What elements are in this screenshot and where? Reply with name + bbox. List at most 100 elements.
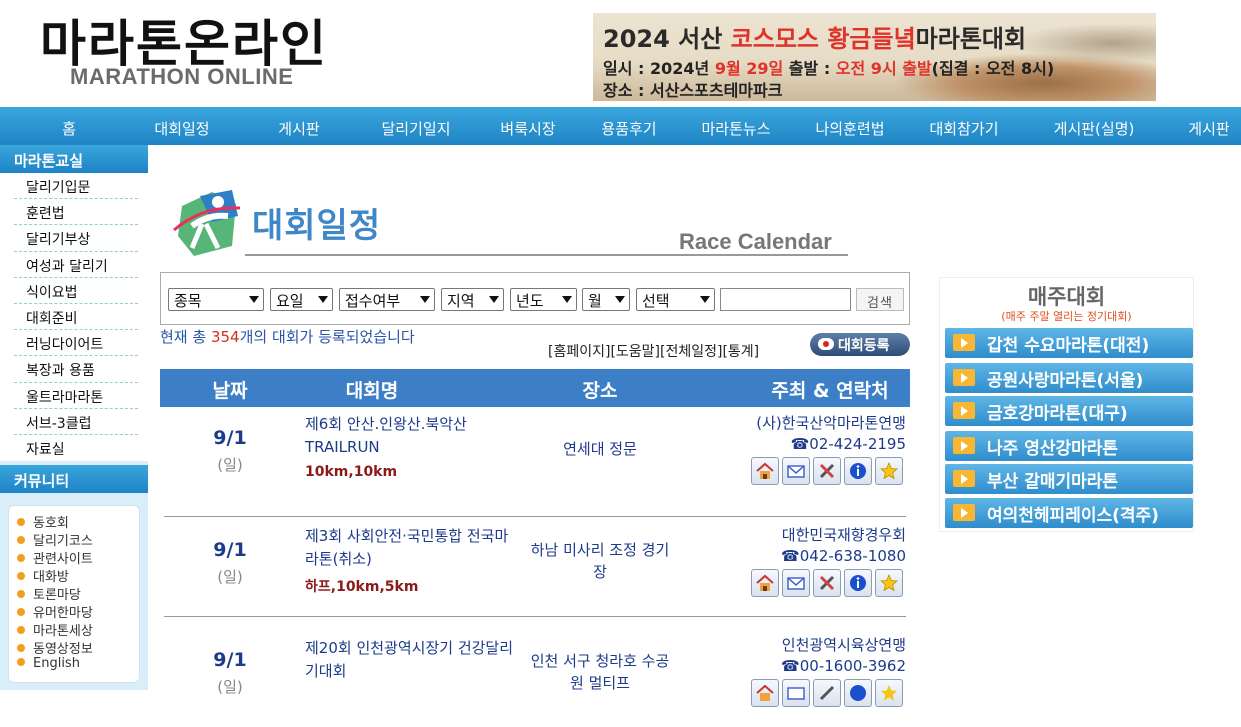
nav-item-board-2[interactable]: 게시판 bbox=[1188, 118, 1229, 139]
banner-title-rest: 마라톤대회 bbox=[915, 25, 1027, 53]
register-race-button[interactable]: 대회등록 bbox=[810, 333, 910, 356]
day-select[interactable]: 요일 bbox=[270, 288, 333, 311]
sidebar-item-intro[interactable]: 달리기입문 bbox=[14, 173, 138, 200]
bullet-icon bbox=[17, 554, 25, 562]
race-place: 하남 미사리 조정 경기장 bbox=[530, 541, 670, 581]
info-icon[interactable] bbox=[844, 679, 872, 707]
sidebar-item-injury[interactable]: 달리기부상 bbox=[14, 225, 138, 252]
table-row: 9/1 (일) 제3회 사회안전·국민통합 전국마라톤(취소) 하프,10km,… bbox=[160, 507, 910, 617]
star-icon[interactable] bbox=[875, 679, 903, 707]
sidebar-item-ultra[interactable]: 울트라마라톤 bbox=[14, 383, 138, 409]
sidebar-item-women[interactable]: 여성과 달리기 bbox=[14, 252, 138, 278]
nav-item-race-story[interactable]: 대회참가기 bbox=[929, 118, 998, 139]
home-icon[interactable] bbox=[751, 457, 779, 485]
race-phone: ☎00-1600-3962 bbox=[781, 657, 906, 675]
sidebar-item-archive[interactable]: 자료실 bbox=[14, 435, 138, 461]
sidebar-item-running-diet[interactable]: 러닝다이어트 bbox=[14, 330, 138, 357]
community-item[interactable]: 관련사이트 bbox=[17, 548, 139, 567]
weekly-races-title: 매주대회 bbox=[1027, 285, 1106, 309]
community-item[interactable]: 대화방 bbox=[17, 566, 139, 585]
community-item-label: 달리기코스 bbox=[33, 534, 93, 549]
info-icon[interactable] bbox=[844, 457, 872, 485]
sidebar-menu: 달리기입문 훈련법 달리기부상 여성과 달리기 식이요법 대회준비 러닝다이어트… bbox=[0, 173, 148, 462]
race-phone: ☎042-638-1080 bbox=[781, 547, 906, 565]
nav-item-reviews[interactable]: 용품후기 bbox=[601, 118, 656, 139]
page-title: 대회일정 bbox=[252, 206, 382, 246]
sidebar-item-gear[interactable]: 복장과 용품 bbox=[14, 356, 138, 383]
race-name[interactable]: 제3회 사회안전·국민통합 전국마라톤(취소) bbox=[305, 525, 520, 571]
weekly-race-item[interactable]: 부산 갈매기마라톤 bbox=[945, 464, 1193, 494]
nav-item-calendar[interactable]: 대회일정 bbox=[154, 118, 209, 139]
community-item-label: 유머한마당 bbox=[33, 606, 93, 621]
sidebar-item-race-prep[interactable]: 대회준비 bbox=[14, 304, 138, 331]
race-weekday: (일) bbox=[217, 456, 243, 474]
sidebar-item-sub3[interactable]: 서브-3클럽 bbox=[14, 409, 138, 435]
info-icon[interactable] bbox=[844, 569, 872, 597]
year-select[interactable]: 년도 bbox=[510, 288, 577, 311]
race-name[interactable]: 제6회 안산.인왕산.북악산 TRAILRUN bbox=[305, 413, 520, 459]
mail-icon[interactable] bbox=[782, 679, 810, 707]
row-actions bbox=[751, 679, 903, 707]
community-item[interactable]: 유머한마당 bbox=[17, 602, 139, 621]
reg-status-select-value: 접수여부 bbox=[345, 292, 401, 310]
search-button[interactable]: 검색 bbox=[856, 288, 904, 311]
community-item[interactable]: 동영상정보 bbox=[17, 638, 139, 657]
race-date: 9/1 bbox=[213, 649, 247, 671]
race-count-prefix: 현재 총 bbox=[160, 328, 211, 346]
bullet-icon bbox=[17, 644, 25, 652]
community-item[interactable]: English bbox=[17, 656, 139, 674]
race-date: 9/1 bbox=[213, 539, 247, 561]
nav-item-board[interactable]: 게시판 bbox=[278, 118, 319, 139]
search-input[interactable] bbox=[720, 288, 851, 311]
home-icon[interactable] bbox=[751, 569, 779, 597]
weekly-race-item[interactable]: 갑천 수요마라톤(대전) bbox=[945, 328, 1193, 358]
community-item[interactable]: 토론마당 bbox=[17, 584, 139, 603]
star-icon[interactable] bbox=[875, 569, 903, 597]
home-icon[interactable] bbox=[751, 679, 779, 707]
event-banner[interactable]: 2024 서산 코스모스 황금들녘마라톤대회 일시 : 2024년 9월 29일… bbox=[593, 13, 1156, 101]
race-name[interactable]: 제20회 인천광역시장기 건강달리기대회 bbox=[305, 637, 520, 683]
row-actions bbox=[751, 569, 903, 597]
nav-item-training[interactable]: 나의훈련법 bbox=[815, 118, 884, 139]
community-item[interactable]: 달리기코스 bbox=[17, 530, 139, 549]
banner-date: 9월 29일 bbox=[714, 59, 784, 78]
weekly-race-item[interactable]: 금호강마라톤(대구) bbox=[945, 396, 1193, 426]
community-item-label: 마라톤세상 bbox=[33, 624, 93, 639]
mail-icon[interactable] bbox=[782, 457, 810, 485]
choice-select[interactable]: 선택 bbox=[636, 288, 715, 311]
race-weekday: (일) bbox=[217, 568, 243, 586]
tools-icon[interactable] bbox=[813, 457, 841, 485]
quick-links[interactable]: [홈페이지][도움말][전체일정][통계] bbox=[548, 341, 759, 361]
community-item[interactable]: 동호회 bbox=[17, 512, 139, 531]
tools-icon[interactable] bbox=[813, 679, 841, 707]
star-icon[interactable] bbox=[875, 457, 903, 485]
main-nav: 홈 대회일정 게시판 달리기일지 벼룩시장 용품후기 마라톤뉴스 나의훈련법 대… bbox=[0, 107, 1241, 145]
nav-item-home[interactable]: 홈 bbox=[62, 118, 76, 139]
nav-item-news[interactable]: 마라톤뉴스 bbox=[701, 118, 770, 139]
chevron-down-icon bbox=[420, 296, 430, 303]
community-item[interactable]: 마라톤세상 bbox=[17, 620, 139, 639]
community-item-label: 동영상정보 bbox=[33, 642, 93, 657]
nav-item-market[interactable]: 벼룩시장 bbox=[500, 118, 555, 139]
mail-icon[interactable] bbox=[782, 569, 810, 597]
race-host: 대한민국재향경우회 bbox=[781, 526, 906, 544]
year-select-value: 년도 bbox=[516, 292, 544, 310]
site-logo-english[interactable]: MARATHON ONLINE bbox=[70, 64, 293, 90]
column-header-host: 주최 & 연락처 bbox=[771, 380, 889, 402]
weekly-race-item[interactable]: 나주 영산강마라톤 bbox=[945, 431, 1193, 461]
sidebar-item-diet[interactable]: 식이요법 bbox=[14, 278, 138, 304]
tools-icon[interactable] bbox=[813, 569, 841, 597]
community-menu: 동호회 달리기코스 관련사이트 대화방 토론마당 유머한마당 마라톤세상 동영상… bbox=[8, 505, 140, 683]
month-select[interactable]: 월 bbox=[582, 288, 630, 311]
weekly-race-item[interactable]: 공원사랑마라톤(서울) bbox=[945, 363, 1193, 393]
sidebar-section-title: 커뮤니티 bbox=[0, 465, 148, 493]
nav-item-board-real[interactable]: 게시판(실명) bbox=[1054, 118, 1135, 139]
weekly-race-item[interactable]: 여의천헤피레이스(격주) bbox=[945, 498, 1193, 528]
reg-status-select[interactable]: 접수여부 bbox=[339, 288, 435, 311]
sidebar-section-title: 마라톤교실 bbox=[0, 145, 148, 173]
sidebar-item-training[interactable]: 훈련법 bbox=[14, 199, 138, 226]
region-select[interactable]: 지역 bbox=[441, 288, 504, 311]
nav-item-runlog[interactable]: 달리기일지 bbox=[381, 118, 450, 139]
event-select[interactable]: 종목 bbox=[168, 288, 264, 311]
weekly-races-subtitle: (매주 주말 열리는 정기대회) bbox=[1001, 310, 1132, 323]
